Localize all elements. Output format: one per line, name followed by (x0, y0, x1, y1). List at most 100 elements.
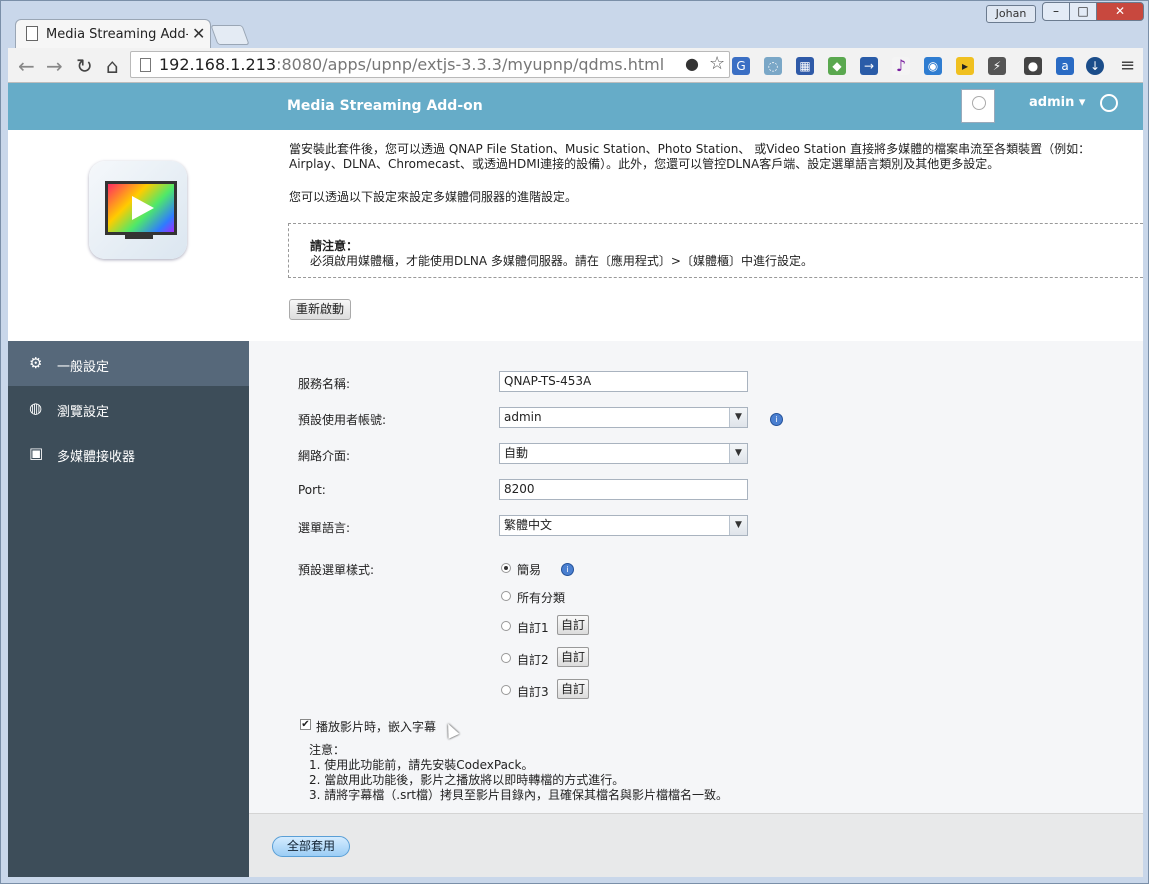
translate-extension-icon[interactable]: G (732, 57, 750, 75)
menu-style-label: 預設選單樣式: (298, 563, 375, 577)
tab-title: Media Streaming Add-on (46, 27, 188, 42)
settings-panel: 服務名稱: QNAP-TS-453A 預設使用者帳號: admin ▼ i 網路… (249, 341, 1143, 877)
sidebar-item-label: 瀏覽設定 (57, 405, 110, 420)
page-icon (26, 26, 38, 41)
menu-style-custom1-radio[interactable] (501, 621, 511, 631)
forward-icon[interactable]: → (46, 54, 63, 78)
default-user-select[interactable]: admin ▼ (499, 407, 748, 428)
back-icon[interactable]: ← (18, 54, 35, 78)
sidebar: ⚙ 一般設定 ◍ 瀏覽設定 ▣ 多媒體接收器 (8, 341, 249, 877)
sidebar-item-media-receiver[interactable]: ▣ 多媒體接收器 (8, 431, 249, 476)
user-icon (972, 96, 986, 110)
sidebar-item-browse[interactable]: ◍ 瀏覽設定 (8, 386, 249, 431)
gear-icon: ⚙ (29, 354, 43, 372)
note-title: 注意： (309, 743, 346, 757)
app-description: 當安裝此套件後，您可以透過 QNAP File Station、Music St… (289, 142, 1091, 171)
app-page: Media Streaming Add-on admin ▾ 當安裝此套件後，您… (8, 83, 1143, 877)
language-globe-icon[interactable] (1100, 94, 1118, 112)
custom2-button[interactable]: 自訂 (557, 647, 590, 667)
app-logo (89, 161, 187, 259)
user-avatar[interactable] (961, 89, 995, 123)
download-extension-icon[interactable]: ↓ (1086, 57, 1104, 75)
share-extension-icon[interactable]: → (860, 57, 878, 75)
default-user-value: admin (504, 410, 542, 424)
embed-subtitle-checkbox[interactable]: ✔ (300, 719, 311, 730)
menu-style-custom2-radio[interactable] (501, 653, 511, 663)
home-icon[interactable]: ⌂ (106, 54, 119, 78)
bookmark-star-icon[interactable]: ☆ (709, 53, 725, 74)
chevron-down-icon[interactable]: ▼ (729, 444, 747, 463)
globe-icon: ◍ (29, 399, 43, 417)
port-input[interactable]: 8200 (499, 479, 748, 500)
port-label: Port: (298, 483, 326, 497)
new-tab-button[interactable] (210, 25, 250, 45)
play-icon (132, 196, 154, 220)
apply-all-button[interactable]: 全部套用 (272, 836, 351, 857)
app-title: Media Streaming Add-on (287, 98, 483, 114)
extension-icon[interactable]: ⚡ (988, 57, 1006, 75)
menu-style-simple-radio[interactable] (501, 563, 511, 573)
url-host: 192.168.1.213 (159, 55, 277, 74)
menu-style-custom3-radio[interactable] (501, 685, 511, 695)
chevron-down-icon[interactable]: ▼ (729, 516, 747, 535)
info-icon[interactable]: i (561, 563, 574, 576)
settings-intro: 您可以透過以下設定來設定多媒體伺服器的進階設定。 (289, 190, 578, 204)
amazon-extension-icon[interactable]: a (1056, 57, 1074, 75)
custom1-button[interactable]: 自訂 (557, 615, 590, 635)
url-path: :8080/apps/upnp/extjs-3.3.3/myupnp/qdms.… (276, 55, 665, 74)
interface-label: 網路介面: (298, 449, 351, 463)
footer-bar: 全部套用 (249, 813, 1143, 877)
note-line: 1. 使用此功能前，請先安裝CodexPack。 (309, 758, 534, 772)
chevron-down-icon[interactable]: ▼ (729, 408, 747, 427)
media-player-icon: ▣ (29, 444, 44, 462)
notice-text: 必須啟用媒體櫃，才能使用DLNA 多媒體伺服器。請在〔應用程式〕>〔媒體櫃〕中進… (310, 254, 813, 268)
language-label: 選單語言: (298, 521, 351, 535)
radio-label: 所有分類 (517, 591, 566, 605)
page-icon (140, 58, 151, 72)
restart-button[interactable]: 重新啟動 (289, 299, 352, 320)
browser-menu-icon[interactable]: ≡ (1120, 55, 1135, 76)
sidebar-item-label: 一般設定 (57, 360, 110, 375)
extension-icon[interactable]: ● (1024, 57, 1042, 75)
user-menu[interactable]: admin ▾ (1029, 95, 1085, 110)
reload-icon[interactable]: ↻ (76, 54, 93, 78)
address-bar[interactable]: 192.168.1.213:8080/apps/upnp/extjs-3.3.3… (130, 51, 730, 78)
radio-label: 簡易 (517, 563, 542, 577)
minimize-button[interactable]: – (1042, 2, 1070, 21)
custom3-button[interactable]: 自訂 (557, 679, 590, 699)
service-name-label: 服務名稱: (298, 377, 351, 391)
info-icon[interactable]: i (770, 413, 783, 426)
close-window-button[interactable]: ✕ (1096, 2, 1144, 21)
notice-box: 請注意： 必須啟用媒體櫃，才能使用DLNA 多媒體伺服器。請在〔應用程式〕>〔媒… (288, 223, 1143, 278)
language-select[interactable]: 繁體中文 ▼ (499, 515, 748, 536)
mouse-cursor (442, 721, 460, 739)
sidebar-item-general[interactable]: ⚙ 一般設定 (8, 341, 249, 386)
maps-extension-icon[interactable]: ◆ (828, 57, 846, 75)
radio-label: 自訂2 (517, 653, 549, 667)
browser-tab[interactable]: Media Streaming Add-on ✕ (15, 19, 211, 49)
maximize-button[interactable]: □ (1069, 2, 1097, 21)
close-tab-icon[interactable]: ✕ (192, 24, 205, 43)
keyboard-extension-icon[interactable]: ▦ (796, 57, 814, 75)
lightbulb-icon[interactable]: ● (685, 54, 699, 73)
radio-label: 自訂3 (517, 685, 549, 699)
extension-icon[interactable]: ▸ (956, 57, 974, 75)
note-line: 2. 當啟用此功能後，影片之播放將以即時轉檔的方式進行。 (309, 773, 625, 787)
monitor-stand (125, 235, 153, 239)
monitor-icon (105, 181, 177, 235)
extension-icon[interactable]: ◉ (924, 57, 942, 75)
default-user-label: 預設使用者帳號: (298, 413, 387, 427)
language-value: 繁體中文 (504, 518, 553, 532)
service-name-input[interactable]: QNAP-TS-453A (499, 371, 748, 392)
profile-button[interactable]: Johan (986, 5, 1036, 23)
url-text: 192.168.1.213:8080/apps/upnp/extjs-3.3.3… (159, 55, 664, 74)
sidebar-item-label: 多媒體接收器 (57, 450, 136, 465)
browser-toolbar: ← → ↻ ⌂ 192.168.1.213:8080/apps/upnp/ext… (8, 48, 1143, 83)
note-line: 3. 請將字幕檔（.srt檔）拷貝至影片目錄內，且確保其檔名與影片檔檔名一致。 (309, 788, 728, 802)
extension-icon[interactable]: ◌ (764, 57, 782, 75)
music-note-icon[interactable]: ♪ (892, 57, 910, 75)
browser-window: Media Streaming Add-on ✕ Johan – □ ✕ ← →… (0, 0, 1149, 884)
subtitle-note: 注意： 1. 使用此功能前，請先安裝CodexPack。 2. 當啟用此功能後，… (309, 743, 728, 803)
interface-select[interactable]: 自動 ▼ (499, 443, 748, 464)
menu-style-all-radio[interactable] (501, 591, 511, 601)
